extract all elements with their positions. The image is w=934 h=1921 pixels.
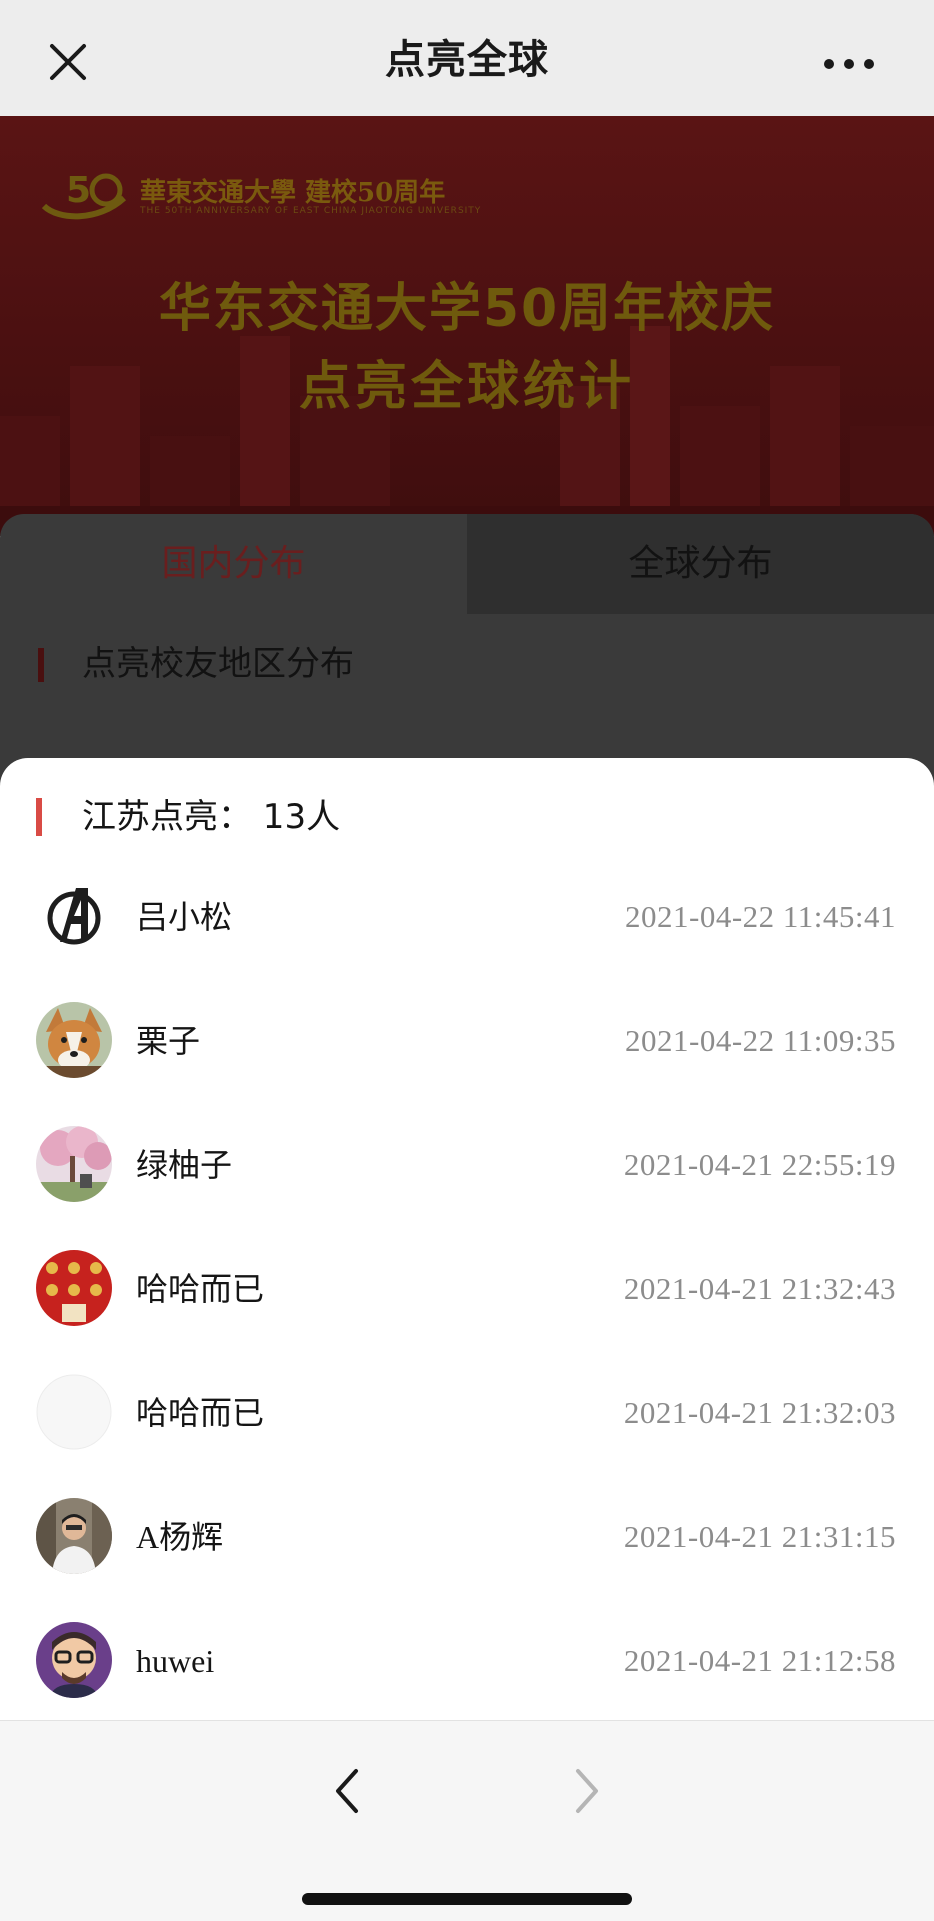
cartoon-man-icon <box>36 1622 112 1698</box>
user-name: 栗子 <box>136 1023 201 1059</box>
man-photo-icon <box>36 1498 112 1574</box>
list-item[interactable]: 吕小松 2021-04-22 11:45:41 <box>0 858 934 982</box>
section-title: 点亮校友地区分布 <box>82 644 354 684</box>
avatar <box>36 878 112 954</box>
banner: 5 華東交通大學 建校50周年 THE 50TH ANNIVERSARY OF … <box>0 116 934 536</box>
avengers-logo-icon <box>36 878 112 954</box>
avatar <box>36 1126 112 1202</box>
user-name: 哈哈而已 <box>136 1395 265 1431</box>
home-indicator <box>302 1893 632 1905</box>
corgi-dog-icon <box>36 1002 112 1078</box>
svg-text:5: 5 <box>66 170 91 211</box>
light-time: 2021-04-21 21:31:15 <box>623 1519 896 1554</box>
university-logo: 5 <box>38 162 130 224</box>
bottom-toolbar <box>0 1720 934 1921</box>
cherry-blossom-icon <box>36 1126 112 1202</box>
list-item[interactable]: 绿柚子 2021-04-21 22:55:19 <box>0 1106 934 1230</box>
light-time: 2021-04-21 21:32:03 <box>623 1395 896 1430</box>
light-time: 2021-04-22 11:09:35 <box>625 1023 896 1058</box>
list-item[interactable]: A杨辉 2021-04-21 21:31:15 <box>0 1478 934 1602</box>
user-name: 吕小松 <box>136 899 233 935</box>
avatar <box>36 1250 112 1326</box>
avatar <box>36 1002 112 1078</box>
list-item[interactable]: 哈哈而已 2021-04-21 21:32:43 <box>0 1230 934 1354</box>
page-title: 点亮全球 <box>385 37 549 83</box>
user-name: 哈哈而已 <box>136 1271 265 1307</box>
light-time: 2021-04-21 21:12:58 <box>623 1643 896 1678</box>
list-item[interactable]: 哈哈而已 2021-04-21 21:32:03 <box>0 1354 934 1478</box>
sheet-accent-bar <box>36 798 42 836</box>
list-item[interactable]: huwei 2021-04-21 21:12:58 <box>0 1602 934 1720</box>
banner-title: 华东交通大学50周年校庆 <box>158 279 776 339</box>
list-item[interactable]: 栗子 2021-04-22 11:09:35 <box>0 982 934 1106</box>
chevron-right-icon <box>556 1761 616 1821</box>
blank-avatar-icon <box>36 1374 112 1450</box>
banner-subtitle: 点亮全球统计 <box>298 357 635 417</box>
avatar <box>36 1374 112 1450</box>
avatar <box>36 1498 112 1574</box>
tab-global[interactable]: 全球分布 <box>467 514 934 614</box>
user-name: huwei <box>136 1643 215 1679</box>
light-time: 2021-04-21 22:55:19 <box>623 1147 896 1182</box>
user-list: 吕小松 2021-04-22 11:45:41 栗子 2021-04-22 11… <box>0 858 934 1720</box>
tab-domestic[interactable]: 国内分布 <box>0 514 467 614</box>
avatar <box>36 1622 112 1698</box>
logo-subtext: THE 50TH ANNIVERSARY OF EAST CHINA JIAOT… <box>140 206 482 216</box>
nav-bar: 点亮全球 <box>0 0 934 116</box>
province-detail-sheet: 江苏点亮： 13人 吕小松 2021-04-22 11:45:41 栗子 202… <box>0 758 934 1720</box>
more-icon[interactable] <box>804 34 894 90</box>
tab-bar: 国内分布 全球分布 <box>0 514 934 614</box>
logo-text: 華東交通大學 建校50周年 <box>140 178 446 208</box>
user-name: 绿柚子 <box>136 1147 233 1183</box>
chevron-left-icon[interactable] <box>318 1761 378 1821</box>
user-name: A杨辉 <box>136 1519 224 1555</box>
section-accent-bar <box>38 648 44 682</box>
light-time: 2021-04-21 21:32:43 <box>623 1271 896 1306</box>
red-poster-icon <box>36 1250 112 1326</box>
sheet-title: 江苏点亮： 13人 <box>82 797 341 837</box>
light-time: 2021-04-22 11:45:41 <box>625 899 896 934</box>
